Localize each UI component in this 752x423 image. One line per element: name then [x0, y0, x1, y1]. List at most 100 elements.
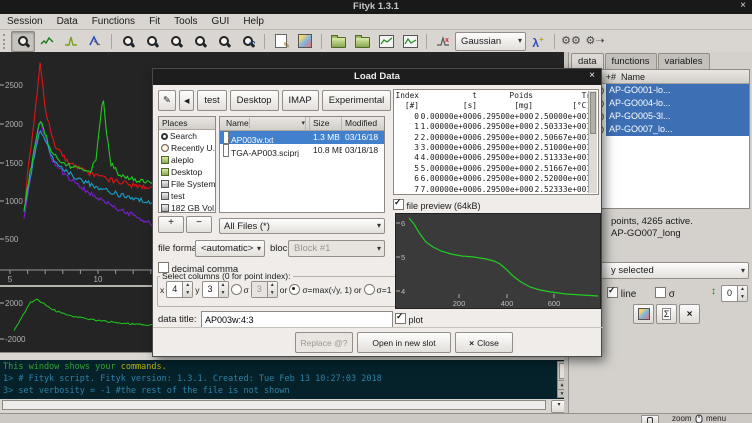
- place-item-file-system[interactable]: File System: [159, 178, 215, 190]
- clock-icon: [161, 144, 169, 152]
- file-list[interactable]: Name▾ Size Modified AP003w.txt1.3 MB03/1…: [219, 116, 385, 213]
- file-preview-table[interactable]: IndextPoidsTr[#][s][mg][°C]00.00000e+000…: [393, 89, 599, 195]
- open-data-slot-button[interactable]: [350, 31, 374, 52]
- scrollbar-thumb[interactable]: [590, 92, 596, 134]
- type-location-button[interactable]: ✎: [158, 90, 176, 111]
- data-export-button[interactable]: [374, 31, 398, 52]
- place-item-test[interactable]: test: [159, 190, 215, 202]
- delete-data-button[interactable]: ×: [679, 304, 700, 324]
- column-size[interactable]: Size: [310, 117, 342, 130]
- open-data-button[interactable]: [326, 31, 350, 52]
- path-back-button[interactable]: ◀: [179, 90, 194, 111]
- path-button-imap[interactable]: IMAP: [282, 90, 319, 111]
- open-in-new-slot-button[interactable]: Open in new slot: [357, 332, 451, 353]
- dialog-titlebar: Load Data ×: [153, 69, 601, 85]
- preview-plot[interactable]: 654200400600: [395, 213, 601, 309]
- zoom-in-button[interactable]: +: [116, 31, 140, 52]
- zoom-previous-button[interactable]: ↶: [236, 31, 260, 52]
- sidebar-tabs: datafunctionsvariables: [569, 52, 711, 69]
- dialog-body: ✎ ◀ testDesktopIMAPExperimentalAP003TGA …: [153, 85, 603, 358]
- zoom-mode-button[interactable]: [11, 31, 35, 52]
- function-type-dropdown[interactable]: Gaussian ▾: [455, 32, 526, 51]
- close-button[interactable]: ×Close: [455, 332, 513, 353]
- stepper-arrows[interactable]: ▲▼: [218, 282, 228, 297]
- toolbar-handle[interactable]: [3, 34, 8, 49]
- remove-place-button[interactable]: −: [186, 216, 212, 233]
- menu-functions[interactable]: Functions: [85, 15, 142, 28]
- data-edit-button[interactable]: [398, 31, 422, 52]
- auto-add-function-button[interactable]: x: [431, 31, 455, 52]
- folder-icon: [161, 156, 169, 164]
- file-list-header: Name▾ Size Modified: [220, 117, 384, 131]
- sigma-column-label: σ: [244, 285, 249, 295]
- line-checkbox[interactable]: ✓ line: [607, 287, 636, 300]
- sigma-max-radio[interactable]: [289, 284, 300, 295]
- console-log[interactable]: This window shows your commands. 1> # Fi…: [0, 360, 568, 399]
- sum-data-button[interactable]: Σ: [656, 304, 677, 324]
- place-label: Desktop: [171, 167, 202, 177]
- data-view-mode-button[interactable]: [35, 31, 59, 52]
- data-title-input[interactable]: [201, 311, 393, 328]
- checkbox-icon: ✓: [395, 313, 406, 324]
- place-item-recently-u-[interactable]: Recently U...: [159, 142, 215, 154]
- file-name: AP003w.txt: [220, 131, 310, 144]
- svg-text:2000: 2000: [5, 299, 23, 308]
- path-button-experimental[interactable]: Experimental: [322, 90, 391, 111]
- column-name[interactable]: Name▾: [220, 117, 310, 130]
- path-button-test[interactable]: test: [197, 90, 226, 111]
- add-function-button[interactable]: λ+: [526, 31, 550, 52]
- file-icon: [223, 144, 229, 157]
- copy-data-button[interactable]: [633, 304, 654, 324]
- continue-fit-button[interactable]: ⚙➝: [583, 31, 607, 52]
- add-peak-mode-button[interactable]: [83, 31, 107, 52]
- dataset-buttons: Σ ×: [633, 304, 700, 324]
- plot-checkbox[interactable]: ✓ plot: [395, 313, 423, 325]
- file-preview-checkbox[interactable]: ✓ file preview (64kB): [393, 199, 481, 211]
- edit-script-button[interactable]: [269, 31, 293, 52]
- place-item-182-gb-vol-[interactable]: 182 GB Vol...: [159, 202, 215, 213]
- stepper-arrows[interactable]: ▲▼: [737, 286, 747, 301]
- point-size-stepper[interactable]: 0 ▲▼: [721, 285, 748, 302]
- zoom-vertical-button[interactable]: ↕: [212, 31, 236, 52]
- plot-edit-icon: [403, 35, 418, 48]
- mouse-hint-button[interactable]: [641, 415, 659, 423]
- menu-gui[interactable]: GUI: [205, 15, 237, 28]
- run-fit-button[interactable]: ⚙⚙: [559, 31, 583, 52]
- file-row[interactable]: AP003w.txt1.3 MB03/16/18: [220, 131, 384, 144]
- zoom-out-button[interactable]: −: [140, 31, 164, 52]
- place-item-search[interactable]: Search: [159, 130, 215, 142]
- menu-help[interactable]: Help: [236, 15, 271, 28]
- file-row[interactable]: TGA-AP003.sciprj10.8 MB03/18/18: [220, 144, 384, 157]
- y-column-stepper[interactable]: 3▲▼: [202, 281, 229, 298]
- zoom-left-button[interactable]: ←: [164, 31, 188, 52]
- tab-functions[interactable]: functions: [605, 53, 657, 69]
- dialog-close-button[interactable]: ×: [589, 70, 595, 81]
- sigma-column-radio[interactable]: [231, 284, 242, 295]
- tab-variables[interactable]: variables: [658, 53, 710, 69]
- file-format-dropdown[interactable]: <automatic>▾: [195, 240, 265, 257]
- x-column-stepper[interactable]: 4▲▼: [166, 281, 193, 298]
- sigma-checkbox[interactable]: σ: [655, 287, 675, 300]
- svg-text:1000: 1000: [5, 197, 23, 206]
- column-modified[interactable]: Modified: [342, 117, 384, 130]
- window-close-button[interactable]: ×: [740, 0, 746, 11]
- session-log-button[interactable]: [293, 31, 317, 52]
- place-item-aleplo[interactable]: aleplo: [159, 154, 215, 166]
- preview-scrollbar[interactable]: [588, 91, 597, 193]
- menu-data[interactable]: Data: [50, 15, 85, 28]
- console-intro-highlight: commands.: [121, 362, 167, 372]
- zoom-right-button[interactable]: →: [188, 31, 212, 52]
- preview-plot-canvas[interactable]: 654200400600: [396, 214, 600, 308]
- stepper-arrows[interactable]: ▲▼: [182, 282, 192, 297]
- menu-tools[interactable]: Tools: [167, 15, 204, 28]
- menu-session[interactable]: Session: [0, 15, 50, 28]
- range-mode-button[interactable]: [59, 31, 83, 52]
- path-button-desktop[interactable]: Desktop: [230, 90, 279, 111]
- command-input[interactable]: [2, 400, 546, 410]
- add-place-button[interactable]: +: [158, 216, 184, 233]
- menu-fit[interactable]: Fit: [142, 15, 167, 28]
- place-item-desktop[interactable]: Desktop: [159, 166, 215, 178]
- function-type-value: Gaussian: [461, 36, 501, 47]
- sigma-one-radio[interactable]: [364, 284, 375, 295]
- file-filter-dropdown[interactable]: All Files (*) ▾: [219, 218, 385, 234]
